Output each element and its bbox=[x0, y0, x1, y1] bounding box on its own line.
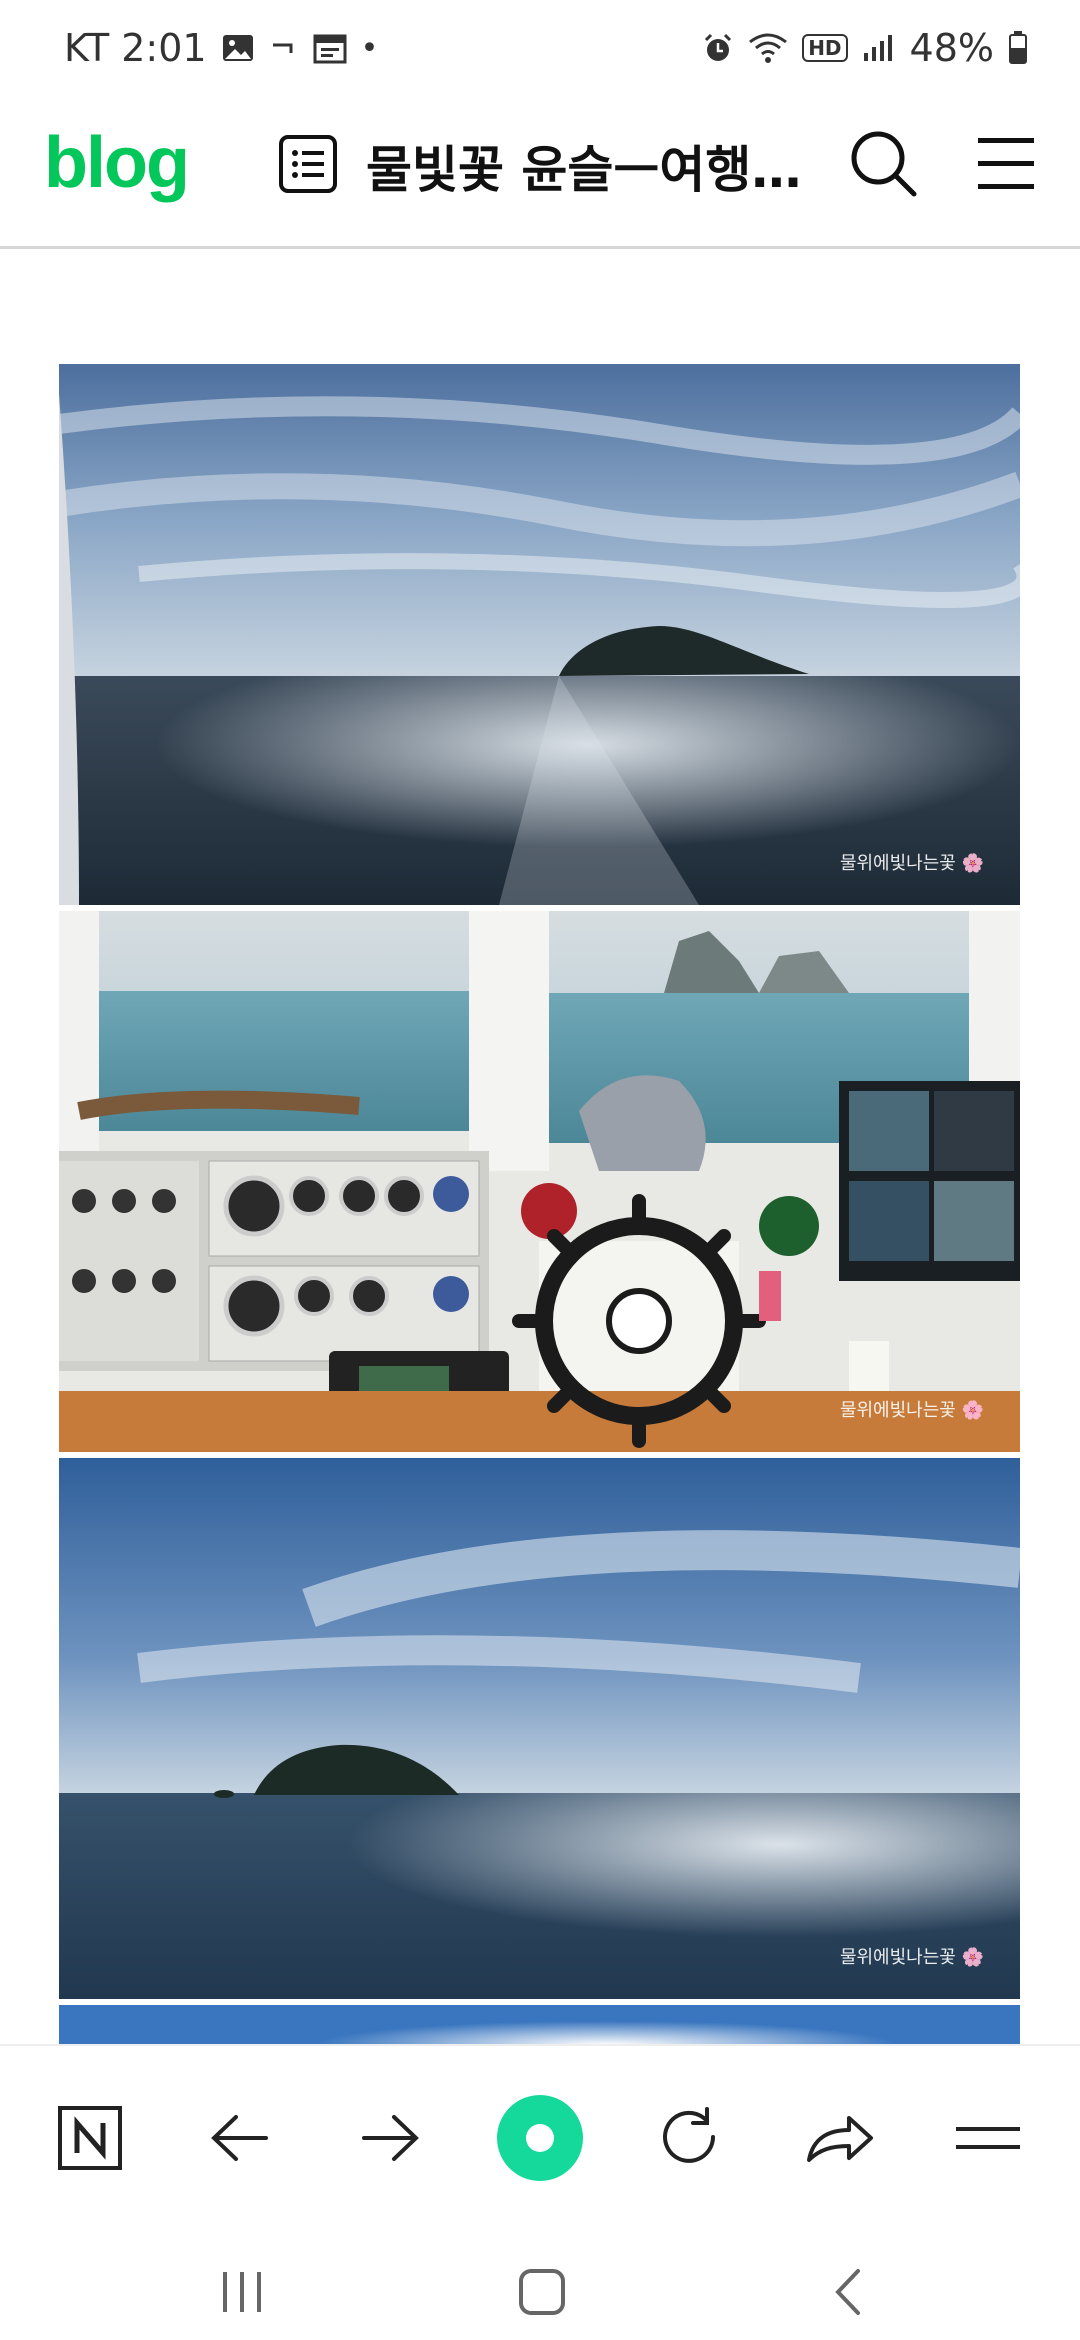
photo-next-partial[interactable] bbox=[59, 2005, 1020, 2044]
blog-header: blog 물빛꽃 윤슬ㅡ여행/... bbox=[0, 100, 1080, 249]
reload-icon[interactable] bbox=[640, 2088, 740, 2188]
hd-badge: HD bbox=[802, 34, 848, 62]
photo-sea-island[interactable]: 물위에빛나는꽃 🌸 bbox=[59, 364, 1020, 905]
wifi-icon bbox=[748, 32, 788, 64]
recent-apps-icon[interactable] bbox=[192, 2262, 292, 2322]
green-dot-button[interactable] bbox=[490, 2088, 590, 2188]
minus-icon bbox=[269, 33, 299, 63]
system-nav-bar bbox=[0, 2240, 1080, 2340]
photo-watermark: 물위에빛나는꽃 🌸 bbox=[839, 1400, 984, 1421]
photo-watermark: 물위에빛나는꽃 🌸 bbox=[839, 853, 984, 874]
more-menu-icon[interactable] bbox=[938, 2088, 1038, 2188]
photo-sea-island-2[interactable]: 물위에빛나는꽃 🌸 bbox=[59, 1458, 1020, 1999]
forward-arrow-icon[interactable] bbox=[340, 2088, 440, 2188]
home-icon[interactable] bbox=[492, 2262, 592, 2322]
blog-title[interactable]: 물빛꽃 윤슬ㅡ여행/... bbox=[366, 130, 802, 202]
back-nav-icon[interactable] bbox=[798, 2262, 898, 2322]
signal-icon bbox=[862, 33, 896, 63]
dot-icon: • bbox=[360, 30, 379, 66]
post-list-icon[interactable] bbox=[278, 134, 338, 198]
gallery-icon bbox=[221, 33, 255, 63]
calendar-icon bbox=[313, 32, 347, 64]
browser-toolbar bbox=[0, 2044, 1080, 2242]
battery-icon bbox=[1008, 31, 1028, 65]
blog-logo[interactable]: blog bbox=[44, 122, 190, 204]
search-icon[interactable] bbox=[848, 128, 918, 204]
carrier-time: KT 2:01 bbox=[64, 26, 207, 70]
photo-watermark: 물위에빛나는꽃 🌸 bbox=[839, 1947, 984, 1968]
status-bar: KT 2:01 • HD 48% bbox=[0, 0, 1080, 100]
naver-home-button[interactable] bbox=[40, 2088, 140, 2188]
back-arrow-icon[interactable] bbox=[190, 2088, 290, 2188]
battery-text: 48% bbox=[909, 26, 994, 70]
photo-ship-cockpit[interactable]: 물위에빛나는꽃 🌸 bbox=[59, 911, 1020, 1452]
post-content: 물위에빛나는꽃 🌸 물위에빛나는꽃 🌸 물위에빛나는꽃 🌸 bbox=[0, 249, 1080, 2044]
alarm-icon bbox=[702, 32, 734, 64]
hamburger-menu-icon[interactable] bbox=[976, 136, 1036, 196]
share-icon[interactable] bbox=[790, 2088, 890, 2188]
